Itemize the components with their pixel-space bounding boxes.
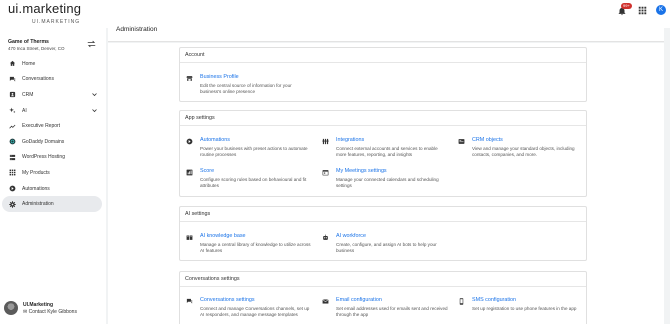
swap-arrows-icon (87, 40, 96, 48)
tile-title[interactable]: My Meetings settings (336, 168, 387, 174)
mail-icon (322, 298, 330, 306)
top-icons: 99+ K (617, 3, 666, 16)
conversations-settings-section: Conversations settings Conversations set… (179, 271, 587, 324)
score-icon (186, 169, 194, 177)
sidebar-item-label: Administration (22, 201, 54, 208)
tile-title[interactable]: CRM objects (472, 137, 503, 143)
tile-title[interactable]: Automations (200, 137, 230, 143)
tile-description: Manage a central library of knowledge to… (200, 242, 311, 253)
tile-title[interactable]: AI workforce (336, 233, 366, 239)
account-profile[interactable]: UI.Marketing ✉ Contact Kyle Gibbons (4, 299, 104, 319)
notifications-button[interactable]: 99+ (617, 3, 632, 16)
sidebar-item-label: Executive Report (22, 123, 61, 130)
section-heading: AI settings (180, 207, 586, 222)
switch-business-button[interactable] (87, 40, 96, 48)
sidebar-item-my-products[interactable]: My Products (2, 165, 102, 181)
robot-icon (322, 234, 330, 242)
section-heading: App settings (180, 111, 586, 126)
tile-title[interactable]: AI knowledge base (200, 233, 246, 239)
sidebar-item-crm[interactable]: CRM (2, 87, 102, 103)
contact-link[interactable]: ✉ Contact Kyle Gibbons (23, 309, 77, 315)
phone-icon (458, 298, 466, 306)
crm-objects-icon (458, 138, 466, 146)
tile-description: Edit the central source of information f… (200, 83, 292, 94)
tile-title[interactable]: Score (200, 168, 214, 174)
profile-name: UI.Marketing (23, 302, 54, 308)
business-switcher[interactable]: Game of Therms 470 Inca Street, Denver, … (8, 39, 65, 51)
sidebar-item-automations[interactable]: Automations (2, 181, 102, 197)
apps-button[interactable] (638, 6, 647, 15)
main-content: Account Business Profile Edit the centra… (108, 43, 664, 324)
sidebar-item-home[interactable]: Home (2, 56, 102, 72)
gear-icon (8, 200, 16, 208)
sidebar-item-executive-report[interactable]: Executive Report (2, 118, 102, 134)
storefront-icon (186, 75, 194, 83)
user-avatar[interactable]: K (656, 5, 666, 15)
brand-subtitle: UI.MARKETING (32, 19, 81, 25)
sidebar-item-label: Automations (22, 185, 50, 192)
sidebar-item-wordpress-hosting[interactable]: WordPress Hosting (2, 150, 102, 166)
tile-description: Connect external accounts and services t… (336, 146, 438, 157)
notification-badge: 99+ (621, 3, 632, 9)
sidebar: Game of Therms 470 Inca Street, Denver, … (0, 28, 106, 324)
sidebar-item-ai[interactable]: AI (2, 103, 102, 119)
sidebar-item-label: Home (22, 60, 36, 67)
sidebar-item-conversations[interactable]: Conversations (2, 72, 102, 88)
home-icon (8, 60, 16, 68)
brand-logo[interactable]: ui.marketing (8, 1, 81, 16)
ai-sparkle-icon (8, 107, 16, 115)
sidebar-item-label: CRM (22, 91, 34, 98)
profile-avatar (4, 301, 18, 315)
page-header: Administration (108, 20, 664, 42)
business-name: Game of Therms (8, 39, 49, 45)
book-icon (186, 234, 194, 242)
tile-description: Manage your connected calendars and sche… (336, 177, 439, 188)
tile-title[interactable]: Integrations (336, 137, 364, 143)
trend-icon (8, 122, 16, 130)
chevron-down-icon[interactable] (92, 92, 97, 97)
tile-description: View and manage your standard objects, i… (472, 146, 575, 157)
automation-icon (8, 185, 16, 193)
sidebar-item-label: Conversations (22, 76, 54, 83)
account-section: Account Business Profile Edit the centra… (179, 47, 587, 102)
sidebar-item-label: AI (22, 107, 27, 114)
sidebar-item-label: WordPress Hosting (22, 154, 65, 161)
apps-grid-icon (638, 6, 647, 14)
ai-settings-section: AI settings AI knowledge base Manage a c… (179, 206, 587, 261)
tile-description: Power your business with preset actions … (200, 146, 308, 157)
chevron-down-icon[interactable] (92, 108, 97, 113)
tile-description: Connect and manage Conversations channel… (200, 306, 310, 317)
tile-description: Create, configure, and assign AI bots to… (336, 242, 437, 253)
tile-description: Set email addresses used for emails sent… (336, 306, 448, 317)
tile-description: Configure scoring rules based on behavio… (200, 177, 307, 188)
section-heading: Account (180, 48, 586, 63)
products-grid-icon (8, 169, 16, 177)
chat-icon (186, 298, 194, 306)
contact-link-label: Contact Kyle Gibbons (28, 309, 77, 315)
tile-title[interactable]: Email configuration (336, 297, 382, 303)
integrations-icon (322, 138, 330, 146)
page-title: Administration (116, 26, 158, 33)
sidebar-item-label: GoDaddy Domains (22, 138, 65, 145)
business-address: 470 Inca Street, Denver, CO (8, 46, 65, 51)
sidebar-item-godaddy-domains[interactable]: GoDaddy Domains (2, 134, 102, 150)
sidebar-nav: Home Conversations CRM AI Executive Repo… (2, 56, 102, 212)
calendar-icon (322, 169, 330, 177)
chat-icon (8, 75, 16, 83)
tile-title[interactable]: Conversations settings (200, 297, 255, 303)
sidebar-item-label: My Products (22, 169, 50, 176)
globe-icon (8, 138, 16, 146)
section-heading: Conversations settings (180, 272, 586, 287)
app-settings-section: App settings Automations Power your busi… (179, 110, 587, 197)
crm-icon (8, 91, 16, 99)
sidebar-item-administration[interactable]: Administration (2, 196, 102, 212)
tile-title[interactable]: SMS configuration (472, 297, 516, 303)
automation-icon (186, 138, 194, 146)
tile-description: Set up registration to use phone feature… (472, 306, 577, 311)
tile-title[interactable]: Business Profile (200, 74, 239, 80)
server-icon (8, 153, 16, 161)
